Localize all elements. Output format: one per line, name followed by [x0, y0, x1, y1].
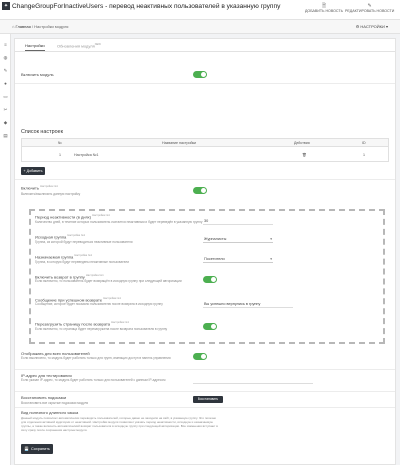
divider — [15, 369, 395, 370]
save-label: Сохранить — [31, 447, 50, 451]
breadcrumb-current: Настройки модуля — [34, 24, 69, 29]
target-group-select[interactable]: Посетители ▾ — [203, 256, 273, 263]
test-ip-hint: Если указан IP-адрес, то модуль будет ра… — [21, 378, 166, 382]
chevron-down-icon: ▾ — [385, 24, 388, 29]
setting-enable-text: Включить — [21, 185, 39, 191]
success-message-sup: Настройка №1 — [103, 297, 121, 300]
show-all-users-hint: Если выключено, то модуль будет работать… — [21, 356, 171, 360]
divider — [15, 391, 395, 392]
settings-table: № Название настройки Действия ID 1 Настр… — [21, 138, 389, 162]
table-header: № Название настройки Действия ID — [22, 139, 388, 147]
setting-enable-toggle[interactable] — [193, 187, 207, 194]
chevron-down-icon: ▾ — [270, 237, 272, 241]
return-enable-toggle[interactable] — [203, 276, 217, 283]
col-name: Название настройки — [162, 141, 197, 145]
top-bar: ✦ ChangeGroupForInactiveUsers - перевод … — [0, 0, 400, 20]
inactivity-period-label: Период неактивности (в днях) Настройка №… — [35, 214, 110, 219]
globe-icon[interactable]: ◍ — [3, 55, 8, 60]
settings-list-title: Список настроек — [21, 129, 63, 135]
row-num: 1 — [59, 153, 61, 157]
add-setting-label: Добавить — [26, 169, 43, 173]
setting-enable-sup: Настройка №1 — [40, 185, 58, 188]
setting-fields-box: Период неактивности (в днях) Настройка №… — [29, 209, 385, 344]
save-button[interactable]: 💾 Сохранить — [21, 444, 53, 454]
col-actions: Действия — [294, 141, 310, 145]
enable-module-toggle[interactable] — [193, 71, 207, 78]
monitor-icon[interactable]: ▭ — [3, 94, 8, 99]
success-message-hint: Сообщение, которое будет показано пользо… — [35, 302, 163, 306]
edit-news-button[interactable]: ✎ РЕДАКТИРОВАТЬ НОВОСТИ — [345, 3, 394, 13]
edit-news-label: РЕДАКТИРОВАТЬ НОВОСТИ — [345, 9, 395, 13]
target-group-value: Посетители — [204, 257, 225, 261]
source-group-label: Исходная группа Настройка №1 — [35, 234, 85, 239]
user-icon[interactable]: ● — [3, 81, 8, 86]
add-news-label: ДОБАВИТЬ НОВОСТЬ — [305, 9, 343, 13]
reload-page-label: Перезагрузить страницу после возврата На… — [35, 321, 129, 326]
app-logo-icon[interactable]: ✦ — [2, 2, 10, 10]
tags-icon[interactable]: ◆ — [3, 120, 8, 125]
tab-updates[interactable]: Обновления модуляNEW — [57, 43, 101, 48]
row-name[interactable]: Настройка №1 — [74, 153, 99, 157]
settings-label: НАСТРОЙКИ — [360, 24, 385, 29]
target-group-hint: Группа, в которую будут переведены неакт… — [35, 260, 130, 264]
col-id: ID — [362, 141, 366, 145]
wrench-icon[interactable]: ✎ — [3, 68, 8, 73]
long-description-text: Данный модуль позволяет автоматически пе… — [21, 416, 218, 432]
row-id: 1 — [363, 153, 365, 157]
new-badge: NEW — [94, 43, 101, 46]
divider — [15, 179, 395, 180]
settings-menu-button[interactable]: ⚙ НАСТРОЙКИ ▾ — [356, 24, 388, 29]
source-group-text: Исходная группа — [35, 234, 67, 240]
success-message-input[interactable]: Вы успешно вернулись в группу — [203, 301, 293, 308]
enable-module-label: Включить модуль — [21, 72, 54, 77]
inactivity-period-sup: Настройка №1 — [92, 214, 110, 217]
setting-enable-hint: Включить/выключить данную настройку — [21, 192, 81, 196]
add-setting-button[interactable]: + Добавить — [21, 167, 45, 175]
reset-hints-button[interactable]: Восстановить — [193, 396, 223, 403]
col-num: № — [58, 141, 62, 145]
source-group-select[interactable]: Журналисты ▾ — [203, 236, 273, 243]
reset-hints-hint: Восстановить все скрытые подсказки модул… — [21, 401, 89, 405]
breadcrumb-home[interactable]: Главная — [16, 24, 31, 29]
target-group-text: Назначаемая группа — [35, 254, 74, 260]
target-group-label: Назначаемая группа Настройка №1 — [35, 254, 92, 259]
inactivity-period-hint: Количество дней, в течение которых польз… — [35, 220, 203, 224]
reload-page-sup: Настройка №1 — [111, 321, 129, 324]
return-enable-hint: Если включено, то пользователь будет воз… — [35, 279, 182, 283]
settings-panel: Настройки Обновления модуляNEW Включить … — [14, 38, 396, 465]
reload-page-hint: Если включено, то страница будет перезаг… — [35, 327, 168, 331]
tools-icon[interactable]: ✂ — [3, 107, 8, 112]
breadcrumb: ⌂ Главная / Настройки модуля — [12, 24, 68, 29]
inactivity-days-input[interactable]: 30 — [203, 218, 273, 225]
reset-hints-label: Восстановить подсказки — [21, 395, 67, 400]
setting-enable-label: Включить Настройка №1 — [21, 185, 58, 190]
add-news-button[interactable]: 🗎 ДОБАВИТЬ НОВОСТЬ — [305, 3, 343, 13]
test-ip-input[interactable] — [193, 377, 313, 384]
show-all-users-toggle[interactable] — [193, 353, 207, 360]
inactivity-period-text: Период неактивности (в днях) — [35, 214, 92, 220]
return-enable-sup: Настройка №1 — [85, 274, 104, 277]
breadcrumb-bar: ⌂ Главная / Настройки модуля ⚙ НАСТРОЙКИ… — [0, 20, 400, 34]
plus-icon: + — [23, 169, 26, 173]
target-group-sup: Настройка №1 — [74, 254, 93, 257]
tab-updates-label: Обновления модуля — [57, 43, 95, 49]
dashboard-icon[interactable]: ≡ — [3, 42, 8, 47]
trash-icon[interactable]: 🗑 — [302, 153, 307, 157]
tab-bar: Настройки Обновления модуляNEW — [15, 39, 395, 52]
reload-page-toggle[interactable] — [203, 323, 217, 330]
source-group-value: Журналисты — [204, 237, 227, 241]
reload-page-text: Перезагрузить страницу после возврата — [35, 321, 111, 327]
page-title: ChangeGroupForInactiveUsers - перевод не… — [12, 3, 281, 10]
database-icon[interactable]: ▤ — [3, 133, 8, 138]
sidebar: ≡ ◍ ✎ ● ▭ ✂ ◆ ▤ — [0, 34, 11, 465]
long-description-label: Вид полезного длинного языка — [21, 410, 79, 415]
divider — [15, 407, 395, 408]
chevron-down-icon: ▾ — [270, 257, 272, 261]
save-icon: 💾 — [24, 446, 30, 451]
source-group-sup: Настройка №1 — [67, 234, 86, 237]
divider — [15, 83, 395, 84]
gear-icon: ⚙ — [355, 24, 360, 29]
source-group-hint: Группа, из которой будут переводиться не… — [35, 240, 133, 244]
tab-settings[interactable]: Настройки — [25, 43, 45, 51]
